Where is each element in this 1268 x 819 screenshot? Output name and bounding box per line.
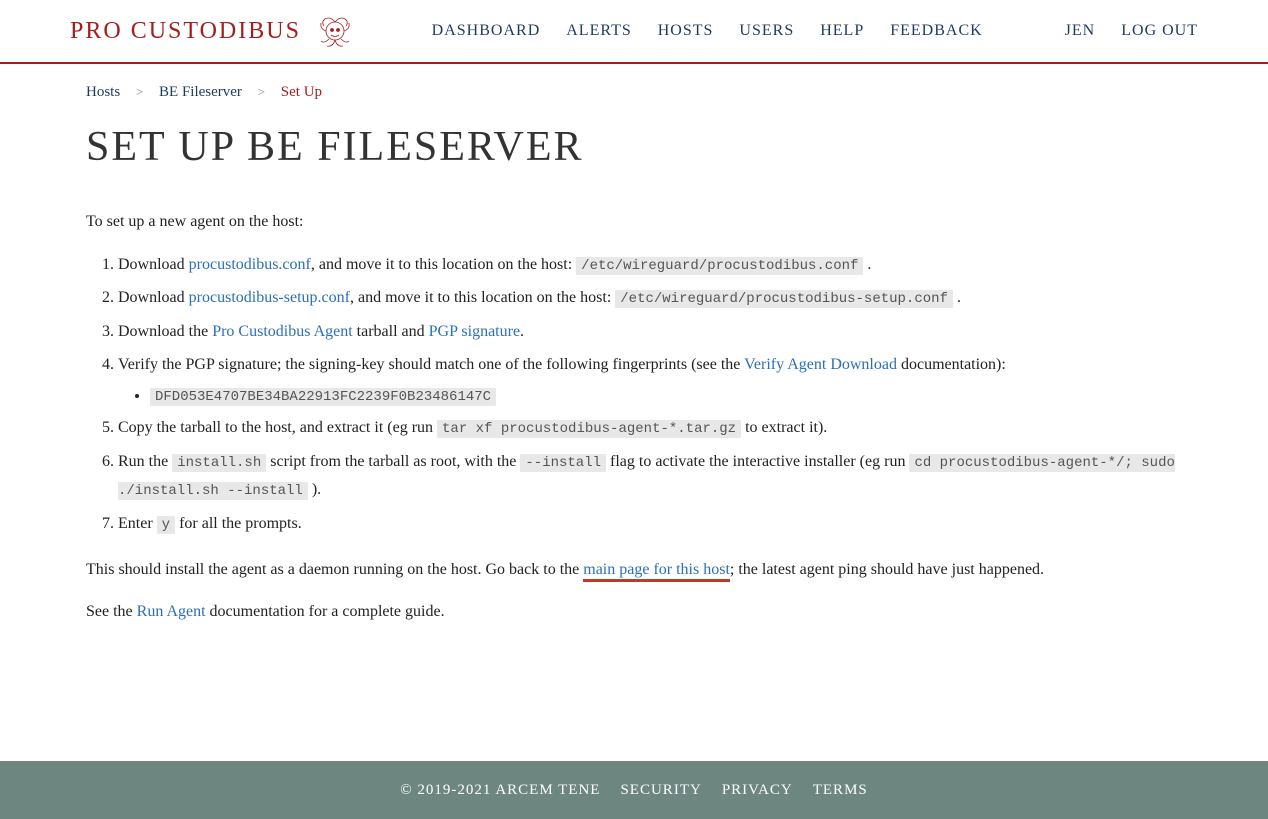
header: PRO CUSTODIBUS DASHBOARD ALERTS HOSTS US…: [0, 0, 1268, 64]
step-3: Download the Pro Custodibus Agent tarbal…: [118, 318, 1182, 345]
code-fingerprint: DFD053E4707BE34BA22913FC2239F0B23486147C: [150, 388, 496, 406]
setup-steps: Download procustodibus.conf, and move it…: [104, 251, 1182, 538]
chevron-right-icon: >: [136, 84, 143, 99]
link-pgp[interactable]: PGP signature: [429, 323, 520, 340]
outro-2: See the Run Agent documentation for a co…: [86, 599, 1182, 625]
page-title: SET UP BE FILESERVER: [86, 123, 1182, 171]
footer-terms[interactable]: TERMS: [813, 782, 868, 799]
breadcrumb: Hosts > BE Fileserver > Set Up: [86, 64, 1182, 105]
footer-security[interactable]: SECURITY: [620, 782, 701, 799]
link-setup-conf[interactable]: procustodibus-setup.conf: [189, 289, 350, 306]
footer: © 2019-2021 ARCEM TENE SECURITY PRIVACY …: [0, 761, 1268, 819]
footer-privacy[interactable]: PRIVACY: [722, 782, 793, 799]
footer-copyright: © 2019-2021 ARCEM TENE: [400, 782, 600, 799]
nav-user[interactable]: JEN: [1065, 22, 1096, 40]
link-agent[interactable]: Pro Custodibus Agent: [212, 323, 352, 340]
nav-hosts[interactable]: HOSTS: [658, 22, 714, 40]
code-flag: --install: [520, 454, 606, 472]
code-y: y: [157, 516, 175, 534]
step-7: Enter y for all the prompts.: [118, 510, 1182, 538]
chevron-right-icon: >: [258, 84, 265, 99]
step-5: Copy the tarball to the host, and extrac…: [118, 414, 1182, 442]
logo-text: PRO CUSTODIBUS: [70, 18, 301, 45]
nav-users[interactable]: USERS: [739, 22, 794, 40]
step-1: Download procustodibus.conf, and move it…: [118, 251, 1182, 279]
content: To set up a new agent on the host: Downl…: [86, 209, 1182, 625]
intro-text: To set up a new agent on the host:: [86, 209, 1182, 235]
nav-help[interactable]: HELP: [820, 22, 864, 40]
nav-logout[interactable]: LOG OUT: [1121, 22, 1198, 40]
link-main-page[interactable]: main page for this host: [583, 561, 730, 582]
fingerprint-item: DFD053E4707BE34BA22913FC2239F0B23486147C: [150, 383, 1182, 409]
code-path: /etc/wireguard/procustodibus.conf: [576, 257, 863, 275]
link-run-agent[interactable]: Run Agent: [137, 603, 206, 620]
step-4: Verify the PGP signature; the signing-ke…: [118, 351, 1182, 408]
breadcrumb-host[interactable]: BE Fileserver: [159, 84, 242, 100]
code-path: /etc/wireguard/procustodibus-setup.conf: [615, 290, 953, 308]
medusa-icon: [315, 11, 355, 51]
code-script: install.sh: [172, 454, 266, 472]
step-2: Download procustodibus-setup.conf, and m…: [118, 284, 1182, 312]
main-nav: DASHBOARD ALERTS HOSTS USERS HELP FEEDBA…: [432, 22, 1198, 40]
link-conf[interactable]: procustodibus.conf: [189, 256, 311, 273]
breadcrumb-current: Set Up: [281, 84, 322, 100]
nav-dashboard[interactable]: DASHBOARD: [432, 22, 541, 40]
breadcrumb-hosts[interactable]: Hosts: [86, 84, 120, 100]
step-6: Run the install.sh script from the tarba…: [118, 448, 1182, 504]
outro-1: This should install the agent as a daemo…: [86, 557, 1182, 583]
nav-feedback[interactable]: FEEDBACK: [890, 22, 982, 40]
logo[interactable]: PRO CUSTODIBUS: [70, 11, 355, 51]
nav-alerts[interactable]: ALERTS: [566, 22, 631, 40]
link-verify[interactable]: Verify Agent Download: [744, 356, 897, 373]
code-tar: tar xf procustodibus-agent-*.tar.gz: [437, 420, 741, 438]
